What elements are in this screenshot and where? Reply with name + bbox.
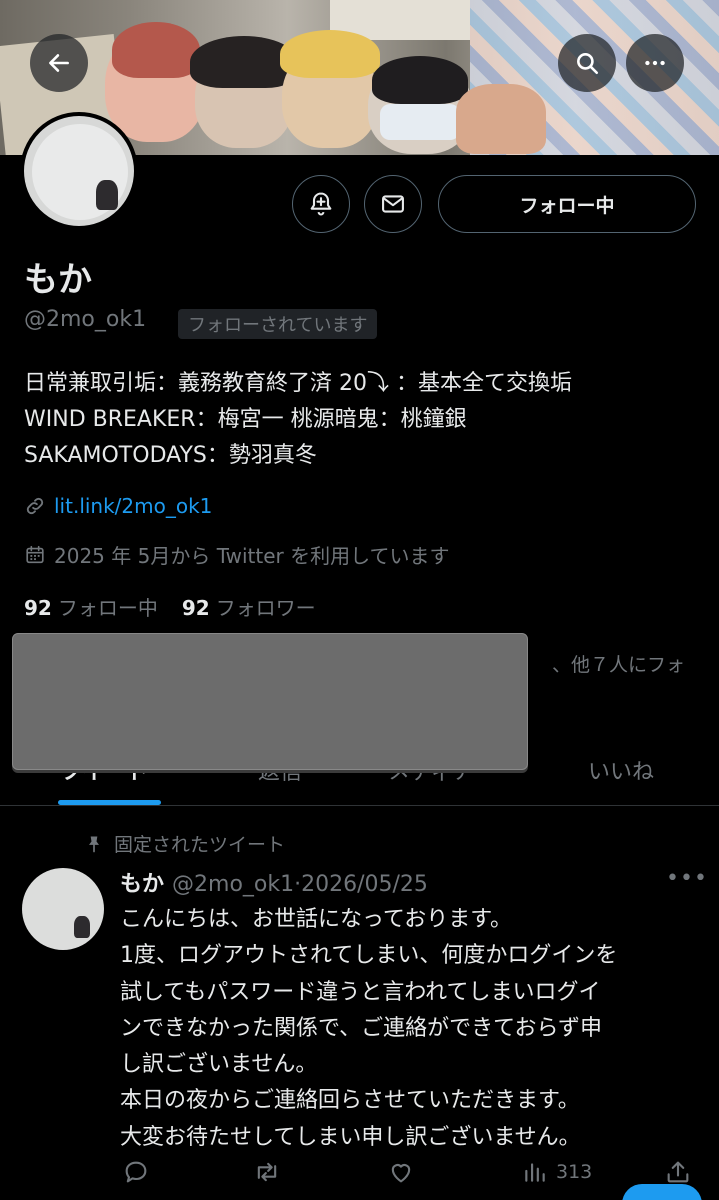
profile-link-row: lit.link/2mo_ok1 xyxy=(24,494,212,518)
retweet-button[interactable] xyxy=(252,1158,282,1186)
message-button[interactable] xyxy=(364,175,422,233)
tweet-header: もか @2mo_ok1·2026/05/25 xyxy=(120,866,428,898)
plush-1-hair xyxy=(112,22,200,78)
pinned-label: 固定されたツイート xyxy=(114,834,286,856)
tweet-line: 試してもパスワード違うと言われてしまいログイ xyxy=(120,979,601,1005)
tweet-line: し訳ございません。 xyxy=(120,1052,318,1078)
retweet-icon xyxy=(257,1162,277,1182)
tweet-line: 1度、ログアウトされてしまい、何度かログインを xyxy=(120,943,618,969)
back-arrow-icon xyxy=(49,54,69,72)
redaction-box xyxy=(12,633,528,770)
tweet-line: こんにちは、お世話になっております。 xyxy=(120,907,513,932)
views-button[interactable]: 313 xyxy=(522,1158,592,1186)
tab-likes[interactable]: いいね xyxy=(588,754,654,786)
reply-icon xyxy=(125,1161,147,1183)
search-button[interactable] xyxy=(558,34,616,92)
joined-date: 2025 年 5月から Twitter を利用しています xyxy=(54,544,450,568)
follow-stats: 92 フォロー中 92 フォロワー xyxy=(24,592,316,621)
share-button[interactable] xyxy=(664,1158,692,1186)
mail-icon xyxy=(382,195,404,213)
profile-handle: @2mo_ok1 xyxy=(24,307,147,332)
avatar-figure xyxy=(74,916,90,938)
following-label: フォロー中 xyxy=(57,596,158,620)
plush-mask xyxy=(380,104,460,140)
active-tab-indicator xyxy=(58,800,161,805)
followers-you-know[interactable]: 、他７人にフォ xyxy=(552,650,685,677)
compose-tweet-button[interactable] xyxy=(622,1184,702,1200)
notify-button[interactable] xyxy=(292,175,350,233)
tweet-author-name[interactable]: もか xyxy=(120,872,164,897)
tweet-handle-date: @2mo_ok1·2026/05/25 xyxy=(172,872,428,897)
follows-you-badge: フォローされています xyxy=(178,309,378,339)
plush-4-hair xyxy=(372,56,468,104)
pin-icon xyxy=(89,836,99,852)
followers-label: フォロワー xyxy=(215,596,316,620)
notification-bell-plus-icon xyxy=(310,192,332,216)
link-icon xyxy=(26,497,44,515)
profile-bio: 日常兼取引垢：義務教育終了済 20⤵︎ ：基本全て交換垢 WIND BREAKE… xyxy=(24,366,704,474)
profile-avatar[interactable] xyxy=(20,112,138,230)
tweet-body: こんにちは、お世話になっております。 1度、ログアウトされてしまい、何度かログイ… xyxy=(120,902,700,1156)
following-count: 92 xyxy=(24,596,52,620)
more-icon xyxy=(645,60,665,66)
joined-date-row: 2025 年 5月から Twitter を利用しています xyxy=(24,540,449,569)
banner-hand xyxy=(456,84,546,154)
bio-line: 日常兼取引垢：義務教育終了済 20⤵︎ ：基本全て交換垢 xyxy=(24,371,572,396)
views-count: 313 xyxy=(556,1161,593,1183)
tweet-actions: 313 xyxy=(0,1158,719,1194)
followers-count: 92 xyxy=(181,596,210,620)
share-icon xyxy=(667,1161,689,1183)
tweet-line: ンできなかった関係で、ご連絡ができておらず申 xyxy=(120,1015,603,1041)
plush-3-hair xyxy=(280,30,380,78)
bio-line: SAKAMOTODAYS：勢羽真冬 xyxy=(24,443,317,468)
avatar-figure xyxy=(96,180,118,210)
following-button[interactable]: フォロー中 xyxy=(438,175,696,233)
followers-stat[interactable]: 92 フォロワー xyxy=(182,592,316,621)
like-button[interactable] xyxy=(386,1158,416,1186)
tweet-line: 本日の夜からご連絡回らさせていただきます。 xyxy=(120,1088,580,1114)
views-icon xyxy=(525,1163,545,1182)
profile-link[interactable]: lit.link/2mo_ok1 xyxy=(54,494,212,518)
tweet-avatar[interactable] xyxy=(22,868,104,950)
search-icon xyxy=(577,53,599,75)
following-stat[interactable]: 92 フォロー中 xyxy=(24,592,158,621)
like-icon xyxy=(391,1164,411,1183)
bio-line: WIND BREAKER：梅宮一 桃源暗鬼：桃鐘銀 xyxy=(24,407,467,432)
pinned-label-row: 固定されたツイート xyxy=(84,830,285,857)
back-button[interactable] xyxy=(30,34,88,92)
reply-button[interactable] xyxy=(122,1158,150,1186)
calendar-icon xyxy=(26,545,44,563)
tweet-more-icon[interactable]: ••• xyxy=(666,866,708,891)
tweet-line: 大変お待たせしてしまい申し訳ございません。 xyxy=(120,1124,581,1150)
display-name: もか xyxy=(24,260,92,300)
more-options-button[interactable] xyxy=(626,34,684,92)
